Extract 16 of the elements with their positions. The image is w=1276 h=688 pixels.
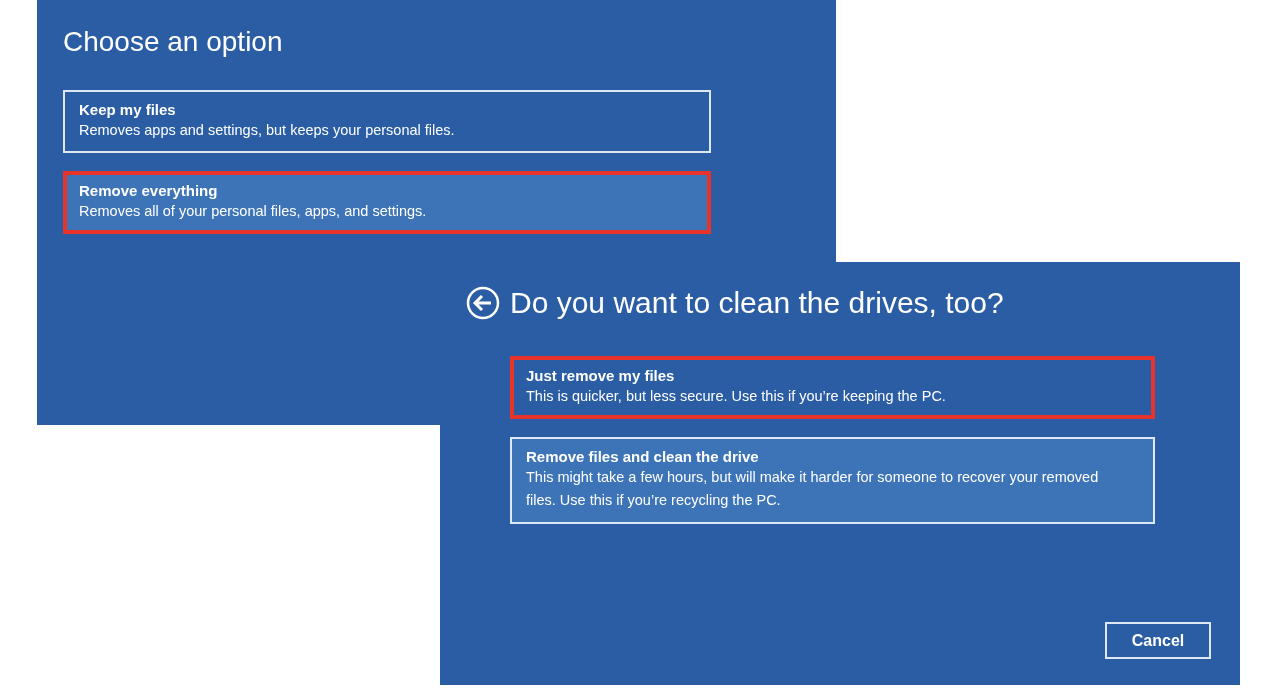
screen-title: Do you want to clean the drives, too? bbox=[510, 286, 1004, 320]
option-tile[interactable]: Just remove my files This is quicker, but less secure. Use this if you’re keeping the PC. bbox=[510, 356, 1155, 420]
option-description: Removes apps and settings, but keeps your personal files. bbox=[79, 121, 456, 140]
option-description: Removes all of your personal files, apps, and settings. bbox=[79, 202, 428, 222]
cancel-button[interactable]: Cancel bbox=[1105, 622, 1211, 659]
option-tile[interactable]: Remove everything Removes all of your personal files, apps, and settings. bbox=[63, 171, 711, 235]
option-title: Remove everything bbox=[79, 182, 219, 200]
back-icon[interactable] bbox=[466, 286, 500, 320]
option-title: Remove files and clean the drive bbox=[526, 448, 760, 466]
option-title: Keep my files bbox=[79, 101, 177, 118]
option-title: Just remove my files bbox=[526, 367, 676, 384]
screen-title: Choose an option bbox=[63, 26, 283, 58]
option-description: This might take a few hours, but will make it harder for someone to recover your removed files. Use this if you’re recycling the PC. bbox=[526, 468, 1100, 511]
option-tile[interactable]: Remove files and clean the drive This might take a few hours, but will make it harder for someone to recover your removed files. Use this if you’re recycling the PC. bbox=[510, 437, 1155, 524]
option-tile[interactable]: Keep my files Removes apps and settings, but keeps your personal files. bbox=[63, 90, 711, 154]
option-description: This is quicker, but less secure. Use this if you’re keeping the PC. bbox=[526, 387, 947, 406]
